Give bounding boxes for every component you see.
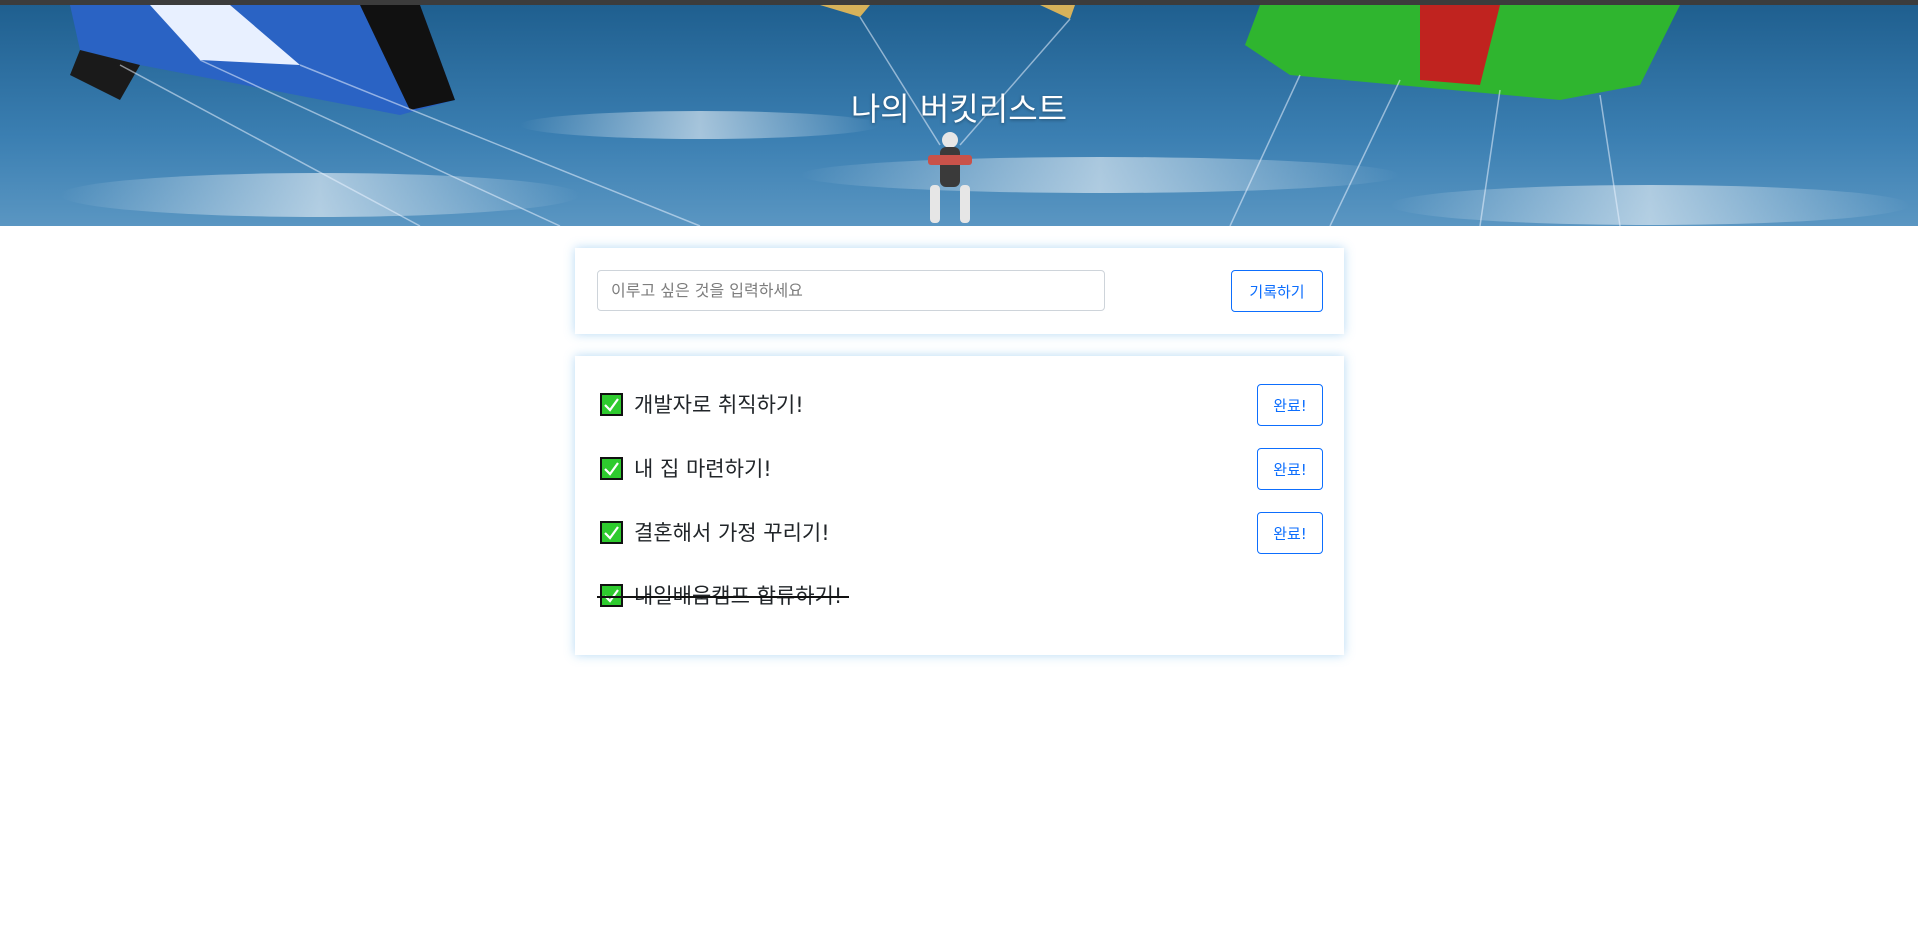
page-title: 나의 버킷리스트 bbox=[850, 90, 1068, 128]
hero-banner: 나의 버킷리스트 bbox=[0, 5, 1918, 226]
list-item: 개발자로 취직하기! 완료! bbox=[575, 383, 1344, 427]
check-icon bbox=[600, 393, 623, 416]
record-button[interactable]: 기록하기 bbox=[1231, 270, 1323, 312]
done-button[interactable]: 완료! bbox=[1257, 512, 1323, 554]
bucket-text: 내 집 마련하기! bbox=[634, 457, 772, 481]
done-button[interactable]: 완료! bbox=[1257, 384, 1323, 426]
bucket-text: 개발자로 취직하기! bbox=[634, 393, 804, 417]
list-item-done: 내일배움캠프 합류하기! bbox=[575, 574, 1344, 618]
list-item: 결혼해서 가정 꾸리기! 완료! bbox=[575, 511, 1344, 555]
input-card: 기록하기 bbox=[575, 248, 1344, 334]
check-icon bbox=[600, 457, 623, 480]
bucket-list-card: 개발자로 취직하기! 완료! 내 집 마련하기! 완료! 결혼해서 가정 꾸리기… bbox=[575, 356, 1344, 655]
list-item: 내 집 마련하기! 완료! bbox=[575, 447, 1344, 491]
done-button[interactable]: 완료! bbox=[1257, 448, 1323, 490]
bucket-text: 결혼해서 가정 꾸리기! bbox=[634, 521, 830, 545]
check-icon bbox=[600, 521, 623, 544]
strikethrough-line bbox=[597, 596, 849, 598]
bucket-input[interactable] bbox=[597, 270, 1105, 311]
